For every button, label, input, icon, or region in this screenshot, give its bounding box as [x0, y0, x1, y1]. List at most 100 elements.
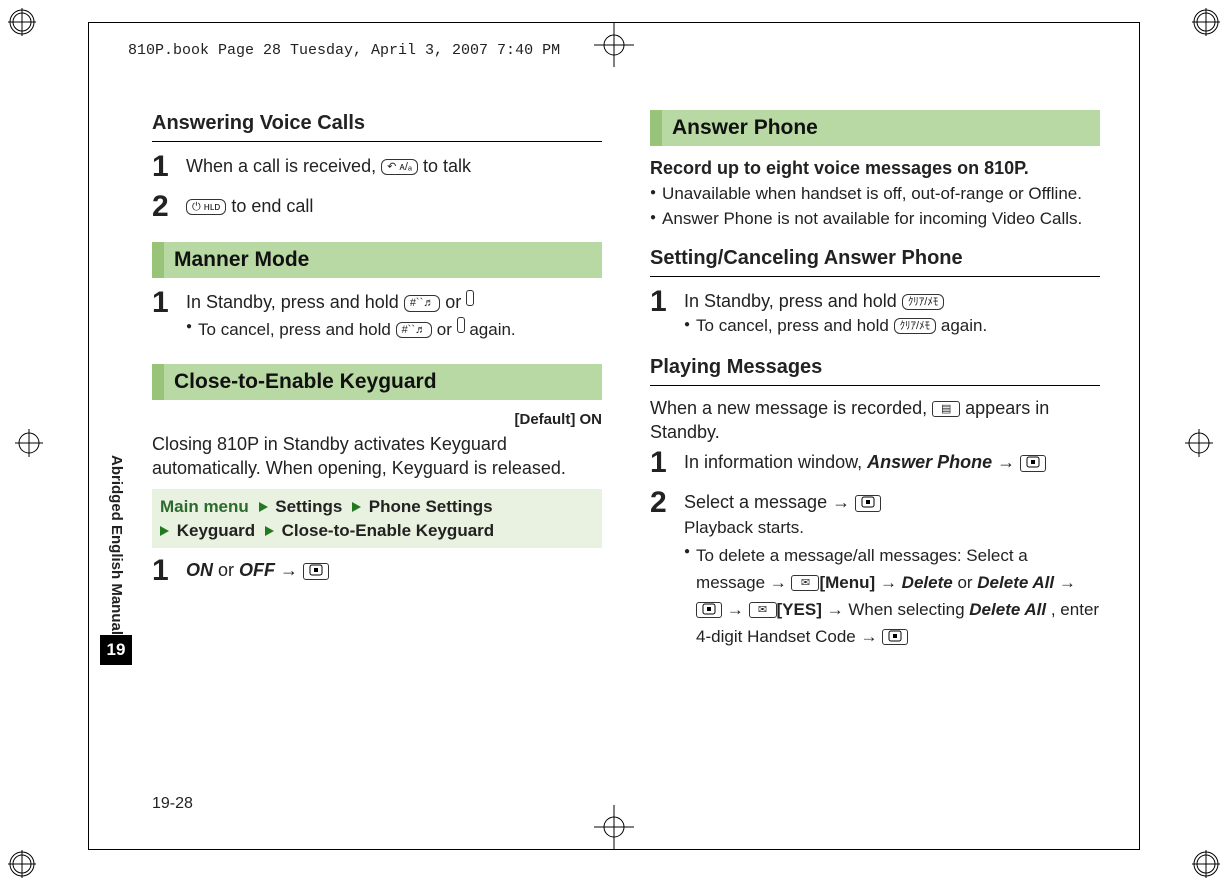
option-off: OFF	[239, 560, 275, 580]
mail-key-icon	[749, 602, 777, 618]
step-1: 1 In Standby, press and hold #``♬ or To …	[152, 288, 602, 343]
call-key-icon: ↶ ᴀ/ₐ	[381, 159, 418, 175]
crop-cross-top	[584, 23, 644, 67]
bullet: To cancel, press and hold ｸﾘｱ/ﾒﾓ again.	[684, 315, 1100, 338]
step-number: 1	[152, 288, 186, 318]
ok-key-icon	[696, 602, 722, 618]
chapter-badge: 19	[100, 635, 132, 665]
t: → When selecting	[827, 600, 970, 619]
clear-memo-key-icon: ｸﾘｱ/ﾒﾓ	[894, 318, 937, 334]
heading-playing: Playing Messages	[650, 354, 1100, 381]
step-body: ON or OFF →	[186, 556, 602, 582]
page-content: Answering Voice Calls 1 When a call is r…	[152, 110, 1100, 780]
text: When a new message is recorded,	[650, 398, 932, 418]
text: or	[218, 560, 239, 580]
step-number: 1	[650, 448, 684, 478]
arrow: →	[880, 573, 902, 592]
step-number: 1	[152, 152, 186, 182]
side-key-icon	[466, 290, 474, 306]
reg-mark-mr	[1185, 429, 1213, 457]
page-number: 19-28	[152, 795, 193, 813]
arrow: →	[727, 600, 749, 619]
mail-key-icon	[791, 575, 819, 591]
section-manner-mode: Manner Mode	[152, 242, 602, 278]
text: Select a message →	[684, 492, 855, 512]
answer-intro: Record up to eight voice messages on 810…	[650, 156, 1100, 180]
section-tab	[152, 242, 164, 278]
text: To delete a message/all messages: Select…	[696, 542, 1100, 651]
t: To cancel, press and hold	[198, 320, 396, 339]
reg-mark-tl	[8, 8, 36, 36]
t: again.	[469, 320, 515, 339]
text: In Standby, press and hold	[684, 291, 902, 311]
play-intro: When a new message is recorded, ▤ appear…	[650, 396, 1100, 445]
step-body: In Standby, press and hold ｸﾘｱ/ﾒﾓ To can…	[684, 287, 1100, 340]
nav-main: Main menu	[160, 497, 249, 516]
heading-answering: Answering Voice Calls	[152, 110, 602, 137]
step-1: 1 In Standby, press and hold ｸﾘｱ/ﾒﾓ To c…	[650, 287, 1100, 340]
heading-set-cancel: Setting/Canceling Answer Phone	[650, 245, 1100, 272]
step-body: ⏻ ʜʟᴅ to end call	[186, 192, 602, 218]
step-2: 2 Select a message → Playback starts. To…	[650, 488, 1100, 652]
step-body: When a call is received, ↶ ᴀ/ₐ to talk	[186, 152, 602, 178]
left-column: Answering Voice Calls 1 When a call is r…	[152, 110, 602, 780]
step-body: In Standby, press and hold #``♬ or To ca…	[186, 288, 602, 343]
keyguard-desc: Closing 810P in Standby activates Keygua…	[152, 432, 602, 481]
section-tab	[152, 364, 164, 400]
reg-mark-bl	[8, 850, 36, 878]
message-record-icon: ▤	[932, 401, 960, 417]
text: to talk	[423, 156, 471, 176]
reg-mark-tr	[1192, 8, 1220, 36]
step-number: 1	[650, 287, 684, 317]
section-title: Manner Mode	[164, 242, 602, 278]
pdf-header: 810P.book Page 28 Tuesday, April 3, 2007…	[128, 42, 560, 59]
arrow: →	[280, 560, 303, 580]
delete-label: Delete	[902, 573, 953, 592]
end-key-icon: ⏻ ʜʟᴅ	[186, 199, 226, 215]
option-on: ON	[186, 560, 213, 580]
nav-item: Keyguard	[177, 521, 255, 540]
nav-item: Close-to-Enable Keyguard	[282, 521, 495, 540]
step-body: In information window, Answer Phone →	[684, 448, 1100, 474]
yes-label: [YES]	[777, 600, 822, 619]
arrow: →	[1059, 573, 1076, 592]
reg-mark-ml	[15, 429, 43, 457]
rule	[650, 276, 1100, 277]
nav-item: Phone Settings	[369, 497, 493, 516]
text: Unavailable when handset is off, out-of-…	[662, 183, 1082, 206]
section-title: Close-to-Enable Keyguard	[164, 364, 602, 400]
t: again.	[941, 316, 987, 335]
text: In Standby, press and hold	[186, 292, 404, 312]
rule	[152, 141, 602, 142]
ok-key-icon	[1020, 455, 1046, 471]
menu-label: [Menu]	[819, 573, 875, 592]
text: In information window,	[684, 452, 867, 472]
step-number: 2	[650, 488, 684, 518]
step-number: 1	[152, 556, 186, 586]
arrow-icon	[352, 502, 361, 512]
bullet: Unavailable when handset is off, out-of-…	[650, 183, 1100, 206]
section-keyguard: Close-to-Enable Keyguard	[152, 364, 602, 400]
step-number: 2	[152, 192, 186, 222]
section-answer-phone: Answer Phone	[650, 110, 1100, 146]
step-1: 1 When a call is received, ↶ ᴀ/ₐ to talk	[152, 152, 602, 182]
arrow-icon	[265, 526, 274, 536]
ok-key-icon	[882, 629, 908, 645]
arrow-icon	[160, 526, 169, 536]
side-key-icon	[457, 317, 465, 333]
crop-cross-bot	[584, 805, 644, 849]
side-label: Abridged English Manual	[108, 455, 125, 635]
step-1: 1 ON or OFF →	[152, 556, 602, 586]
rule	[650, 385, 1100, 386]
playback-note: Playback starts.	[684, 517, 1100, 540]
section-tab	[650, 110, 662, 146]
text: to end call	[231, 196, 313, 216]
right-column: Answer Phone Record up to eight voice me…	[650, 110, 1100, 780]
step-2: 2 ⏻ ʜʟᴅ to end call	[152, 192, 602, 222]
reg-mark-br	[1192, 850, 1220, 878]
t: or	[437, 320, 457, 339]
section-title: Answer Phone	[662, 110, 1100, 146]
t: or	[957, 573, 977, 592]
delete-all-label: Delete All	[977, 573, 1054, 592]
bullet: Answer Phone is not available for incomi…	[650, 208, 1100, 231]
